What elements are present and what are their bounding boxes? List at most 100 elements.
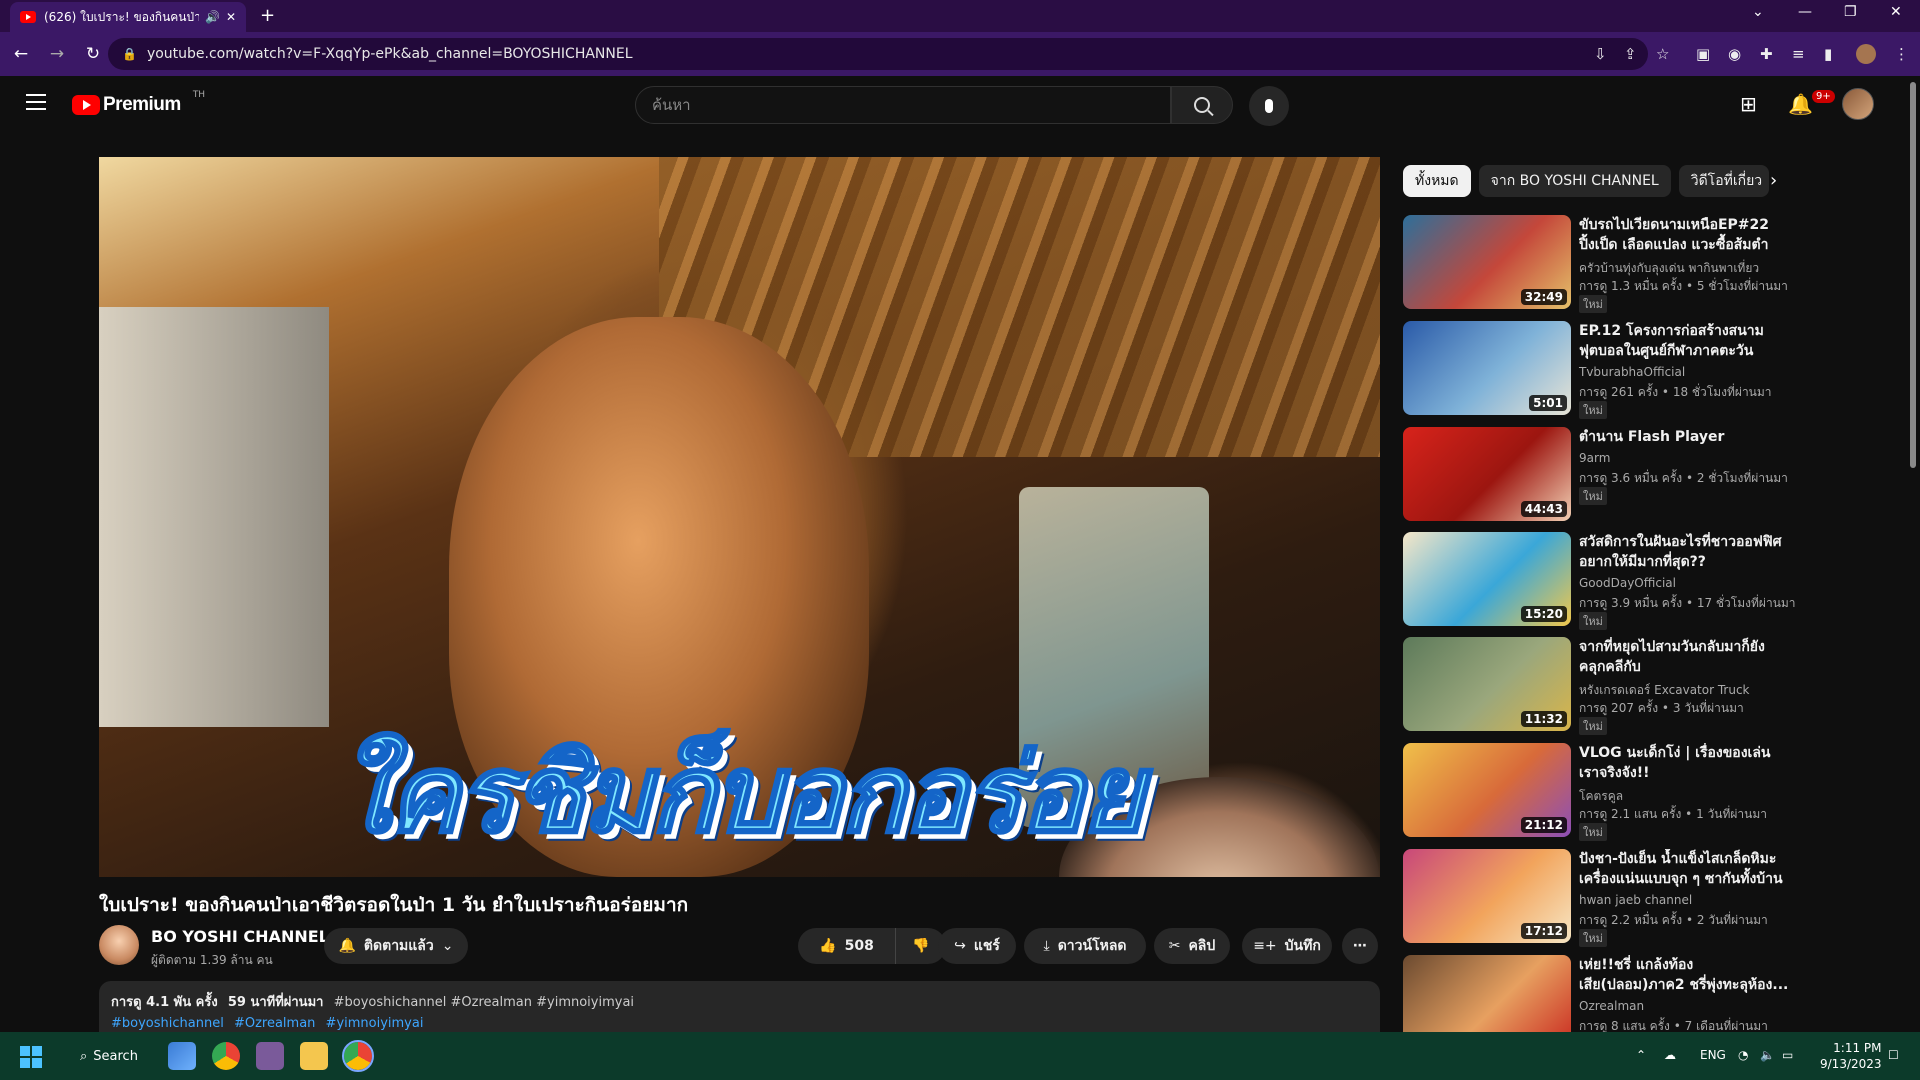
channel-avatar[interactable] (99, 925, 139, 965)
recommended-channel-name[interactable]: hwan jaeb channel (1579, 893, 1692, 907)
translate-extension-icon[interactable]: ▣ (1696, 45, 1710, 63)
profile-avatar[interactable] (1856, 44, 1876, 64)
video-thumbnail[interactable]: 44:43 (1403, 427, 1571, 521)
minimize-icon[interactable]: — (1798, 4, 1812, 20)
puzzle-extensions-icon[interactable]: ✚ (1760, 45, 1773, 63)
taskbar-clock[interactable]: 1:11 PM 9/13/2023 (1820, 1040, 1882, 1072)
new-tab-button[interactable]: + (260, 5, 275, 26)
recommended-video[interactable]: 32:49 ขับรถไปเวียดนามเหนือEP#22 ปิ้งเป็ด … (1403, 215, 1873, 313)
hamburger-menu-icon[interactable] (26, 94, 46, 110)
recommended-video[interactable]: 21:12 VLOG นะเด็กโง่ | เรื่องของเล่น เราจ… (1403, 743, 1873, 841)
share-button[interactable]: ↪ แชร์ (938, 928, 1016, 964)
hashtag-link[interactable]: #Ozrealman (234, 1016, 315, 1031)
save-button[interactable]: ≡+ บันทึก (1242, 928, 1332, 964)
address-bar[interactable]: 🔒 youtube.com/watch?v=F-XqqYp-ePk&ab_cha… (108, 38, 1648, 70)
recommended-channel-name[interactable]: Ozrealman (1579, 999, 1644, 1013)
subscribed-button[interactable]: 🔔 ติดตามแล้ว ⌄ (324, 928, 468, 964)
like-button[interactable]: 👍 508 (798, 928, 896, 964)
video-thumbnail[interactable]: 11:32 (1403, 637, 1571, 731)
search-icon (1194, 97, 1210, 113)
taskbar-chrome-icon[interactable] (212, 1042, 240, 1070)
taskbar-search[interactable]: ⌕ Search (70, 1042, 148, 1070)
hashtag-link[interactable]: #yimnoiyimyai (326, 1016, 424, 1031)
reload-icon[interactable]: ↻ (78, 44, 108, 64)
side-panel-icon[interactable]: ▮ (1824, 45, 1832, 63)
video-thumbnail[interactable]: 5:01 (1403, 321, 1571, 415)
recommended-video-title[interactable]: EP.12 โครงการก่อสร้างสนามฟุตบอลในศูนย์กี… (1579, 321, 1789, 361)
notifications-bell-icon[interactable]: 🔔 (1788, 92, 1813, 116)
recommended-channel-name[interactable]: GoodDayOfficial (1579, 576, 1676, 590)
download-button[interactable]: ⤓ ดาวน์โหลด (1024, 928, 1146, 964)
recommended-video[interactable]: 15:20 สวัสดิการในฝันอะไรที่ชาวออฟฟิศอยากใ… (1403, 532, 1873, 630)
recommended-channel-name[interactable]: หรังเกรดเดอร์ Excavator Truck (1579, 683, 1750, 697)
windows-start-icon[interactable] (20, 1046, 42, 1068)
search-input[interactable]: ค้นหา (635, 86, 1171, 124)
create-video-icon[interactable]: ⊞ (1740, 92, 1757, 116)
lock-icon[interactable]: 🔒 (122, 47, 137, 61)
extension-icon[interactable]: ◉ (1728, 45, 1741, 63)
restore-icon[interactable]: ❐ (1844, 4, 1857, 20)
recommended-channel-name[interactable]: โคตรคูล (1579, 789, 1623, 803)
chip-related[interactable]: วิดีโอที่เกี่ยว (1678, 165, 1769, 197)
recommended-video-title[interactable]: VLOG นะเด็กโง่ | เรื่องของเล่น เราจริงจั… (1579, 743, 1789, 783)
more-actions-button[interactable]: ⋯ (1342, 928, 1378, 964)
speaker-icon[interactable]: 🔊 (205, 10, 220, 24)
chevron-right-icon[interactable]: › (1770, 170, 1777, 191)
taskbar-vnc-icon[interactable] (256, 1042, 284, 1070)
recommended-channel-name[interactable]: TvburabhaOfficial (1579, 365, 1685, 379)
chip-all[interactable]: ทั้งหมด (1403, 165, 1471, 197)
share-arrow-icon: ↪ (954, 938, 966, 954)
account-avatar[interactable] (1842, 88, 1874, 120)
back-icon[interactable]: ← (6, 44, 36, 64)
taskbar-app-widgets[interactable] (168, 1042, 196, 1070)
video-thumbnail[interactable]: 21:12 (1403, 743, 1571, 837)
recommended-channel-name[interactable]: 9arm (1579, 451, 1610, 465)
close-window-icon[interactable]: ✕ (1890, 4, 1902, 20)
taskbar-chrome-active-icon[interactable] (342, 1040, 374, 1072)
language-indicator[interactable]: ENG (1700, 1048, 1726, 1062)
clip-button[interactable]: ✂ คลิป (1154, 928, 1230, 964)
volume-icon[interactable]: 🔈 (1760, 1048, 1775, 1062)
video-thumbnail[interactable]: 15:20 (1403, 532, 1571, 626)
tab-search-chevron-icon[interactable]: ⌄ (1752, 4, 1764, 20)
recommended-video-title[interactable]: จากที่หยุดไปสามวันกลับมาก็ยังคลุกคลีกับเ… (1579, 637, 1789, 677)
recommended-video-title[interactable]: ปังชา-ปังเย็น น้ำแข็งไสเกล็ดหิมะ เครื่อง… (1579, 849, 1789, 889)
tray-chevron-icon[interactable]: ⌃ (1636, 1048, 1646, 1062)
chip-from-channel[interactable]: จาก BO YOSHI CHANNEL (1478, 165, 1671, 197)
recommended-video[interactable]: 17:12 ปังชา-ปังเย็น น้ำแข็งไสเกล็ดหิมะ เค… (1403, 849, 1873, 947)
page-scrollbar[interactable] (1910, 82, 1916, 468)
onedrive-icon[interactable]: ☁ (1664, 1048, 1676, 1062)
media-control-icon[interactable]: ≡ (1792, 45, 1805, 63)
youtube-premium-logo[interactable]: Premium TH (72, 90, 205, 116)
video-thumbnail[interactable]: 17:12 (1403, 849, 1571, 943)
search-button[interactable] (1171, 86, 1233, 124)
share-page-icon[interactable]: ⇪ (1624, 45, 1637, 63)
wifi-icon[interactable]: ◔ (1738, 1048, 1748, 1062)
browser-tab-youtube[interactable]: (626) ใบเปราะ! ของกินคนป่าเอาชีวิ 🔊 ✕ (10, 2, 246, 32)
url-text[interactable]: youtube.com/watch?v=F-XqqYp-ePk&ab_chann… (147, 46, 633, 62)
battery-icon[interactable]: ▭ (1782, 1048, 1793, 1062)
recommended-video[interactable]: 44:43 ตำนาน Flash Player 9arm การดู 3.6 หมื… (1403, 427, 1873, 523)
voice-search-button[interactable] (1249, 86, 1289, 126)
recommended-channel-name[interactable]: ครัวบ้านทุ่งกับลุงเด่น พากินพาเที่ยว (1579, 261, 1759, 275)
taskbar-file-explorer-icon[interactable] (300, 1042, 328, 1070)
recommended-video-title[interactable]: สวัสดิการในฝันอะไรที่ชาวออฟฟิศอยากให้มีม… (1579, 532, 1789, 572)
notification-center-icon[interactable]: ☐ (1888, 1048, 1899, 1062)
video-player[interactable]: ใครชิมก็บอกอร่อย (99, 157, 1380, 877)
hashtag-link[interactable]: #boyoshichannel (111, 1016, 224, 1031)
bookmark-star-icon[interactable]: ☆ (1656, 45, 1669, 63)
forward-icon[interactable]: → (42, 44, 72, 64)
install-app-icon[interactable]: ⇩ (1594, 45, 1607, 63)
recommended-video-title[interactable]: ขับรถไปเวียดนามเหนือEP#22 ปิ้งเป็ด เลือด… (1579, 215, 1789, 255)
recommended-video[interactable]: 11:32 จากที่หยุดไปสามวันกลับมาก็ยังคลุกคล… (1403, 637, 1873, 735)
new-badge: ใหม่ (1579, 487, 1607, 505)
recommended-video-title[interactable]: เห่ย!!ชรี่ แกล้งท้องเสีย(ปลอม)ภาค2 ชรี่พ… (1579, 955, 1789, 995)
recommended-video-title[interactable]: ตำนาน Flash Player (1579, 427, 1789, 447)
close-tab-icon[interactable]: ✕ (226, 10, 236, 24)
video-thumbnail[interactable]: 32:49 (1403, 215, 1571, 309)
recommended-meta: การดู 2.2 หมื่น ครั้ง • 2 วันที่ผ่านมา (1579, 913, 1768, 927)
channel-name[interactable]: BO YOSHI CHANNEL (151, 927, 329, 946)
youtube-favicon-icon (20, 11, 36, 23)
recommended-video[interactable]: 5:01 EP.12 โครงการก่อสร้างสนามฟุตบอลในศูน… (1403, 321, 1873, 419)
browser-menu-icon[interactable]: ⋮ (1894, 45, 1909, 63)
